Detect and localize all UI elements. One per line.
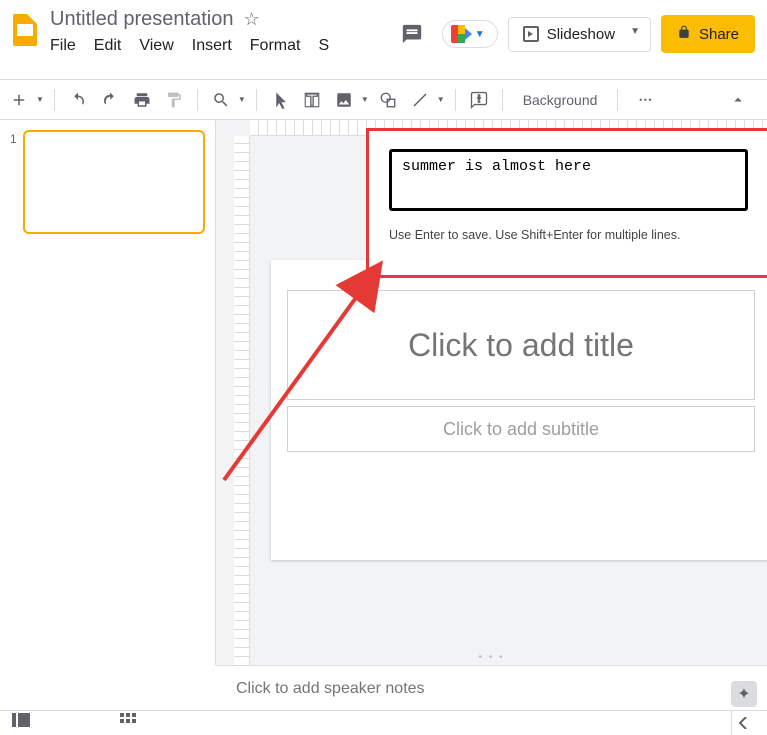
- undo-button[interactable]: [65, 87, 91, 113]
- separator: [455, 89, 456, 111]
- drag-handle-icon[interactable]: • • •: [478, 652, 504, 663]
- comment-tool[interactable]: [466, 87, 492, 113]
- menu-format[interactable]: Format: [250, 37, 301, 55]
- redo-button[interactable]: [97, 87, 123, 113]
- separator: [502, 89, 503, 111]
- separator: [256, 89, 257, 111]
- line-tool[interactable]: [407, 87, 433, 113]
- explore-button[interactable]: ✦: [731, 681, 757, 707]
- slideshow-label: Slideshow: [547, 26, 615, 43]
- title-placeholder[interactable]: Click to add title: [287, 290, 755, 400]
- canvas-area: Click to add title Click to add subtitle…: [216, 120, 767, 665]
- meet-icon: [451, 25, 473, 43]
- slide-number: 1: [10, 130, 17, 234]
- app-logo-wrap: [0, 4, 50, 46]
- menubar: File Edit View Insert Format S: [50, 37, 329, 55]
- menu-view[interactable]: View: [139, 37, 173, 55]
- collapse-filmstrip-button[interactable]: [731, 711, 755, 735]
- meet-caret-icon: ▼: [475, 29, 485, 40]
- image-tool[interactable]: [331, 87, 357, 113]
- select-tool[interactable]: [267, 87, 293, 113]
- menu-slide[interactable]: S: [318, 37, 329, 55]
- slides-logo-icon[interactable]: [13, 14, 37, 46]
- new-slide-button[interactable]: [6, 87, 32, 113]
- header-actions: ▼ Slideshow ▼ Share: [392, 4, 767, 54]
- view-grid-icon[interactable]: [120, 713, 136, 732]
- speaker-notes-placeholder: Click to add speaker notes: [236, 680, 425, 698]
- shape-tool[interactable]: [375, 87, 401, 113]
- menu-insert[interactable]: Insert: [192, 37, 232, 55]
- toolbar: ▼ ▼ ▼ ▼ Background ⋯: [0, 80, 767, 120]
- slideshow-dropdown-button[interactable]: ▼: [620, 17, 651, 52]
- paint-format-button[interactable]: [161, 87, 187, 113]
- new-slide-dropdown[interactable]: ▼: [36, 95, 44, 104]
- separator: [617, 89, 618, 111]
- lock-icon: [677, 25, 691, 43]
- textbox-tool[interactable]: [299, 87, 325, 113]
- slideshow-button[interactable]: Slideshow: [508, 17, 630, 52]
- zoom-button[interactable]: [208, 87, 234, 113]
- comments-button[interactable]: [392, 14, 432, 54]
- app-header: Untitled presentation ☆ File Edit View I…: [0, 0, 767, 80]
- separator: [54, 89, 55, 111]
- zoom-dropdown[interactable]: ▼: [238, 95, 246, 104]
- menu-edit[interactable]: Edit: [94, 37, 122, 55]
- slide-canvas[interactable]: Click to add title Click to add subtitle: [271, 260, 767, 560]
- print-button[interactable]: [129, 87, 155, 113]
- share-label: Share: [699, 26, 739, 43]
- annotation-input[interactable]: summer is almost here: [389, 149, 748, 211]
- slide-thumbnail-1[interactable]: [23, 130, 205, 234]
- annotation-hint: Use Enter to save. Use Shift+Enter for m…: [389, 228, 748, 242]
- play-icon: [523, 26, 539, 42]
- menu-file[interactable]: File: [50, 37, 76, 55]
- title-block: Untitled presentation ☆ File Edit View I…: [50, 4, 329, 55]
- separator: [197, 89, 198, 111]
- workspace: 1 Click to add title Click to add subtit…: [0, 120, 767, 665]
- subtitle-placeholder[interactable]: Click to add subtitle: [287, 406, 755, 452]
- bottom-bar: [0, 710, 767, 734]
- doc-title[interactable]: Untitled presentation: [50, 8, 233, 31]
- star-icon[interactable]: ☆: [243, 9, 259, 30]
- view-filmstrip-icon[interactable]: [12, 713, 30, 732]
- meet-button[interactable]: ▼: [442, 20, 498, 48]
- annotation-callout: summer is almost here Use Enter to save.…: [366, 128, 767, 278]
- vertical-ruler: [234, 136, 250, 665]
- line-dropdown[interactable]: ▼: [437, 95, 445, 104]
- image-dropdown[interactable]: ▼: [361, 95, 369, 104]
- more-button[interactable]: ⋯: [628, 91, 664, 108]
- speaker-notes[interactable]: Click to add speaker notes ✦: [216, 665, 767, 711]
- collapse-toolbar-button[interactable]: [725, 87, 751, 113]
- share-button[interactable]: Share: [661, 15, 755, 53]
- background-button[interactable]: Background: [513, 92, 608, 108]
- filmstrip: 1: [0, 120, 216, 665]
